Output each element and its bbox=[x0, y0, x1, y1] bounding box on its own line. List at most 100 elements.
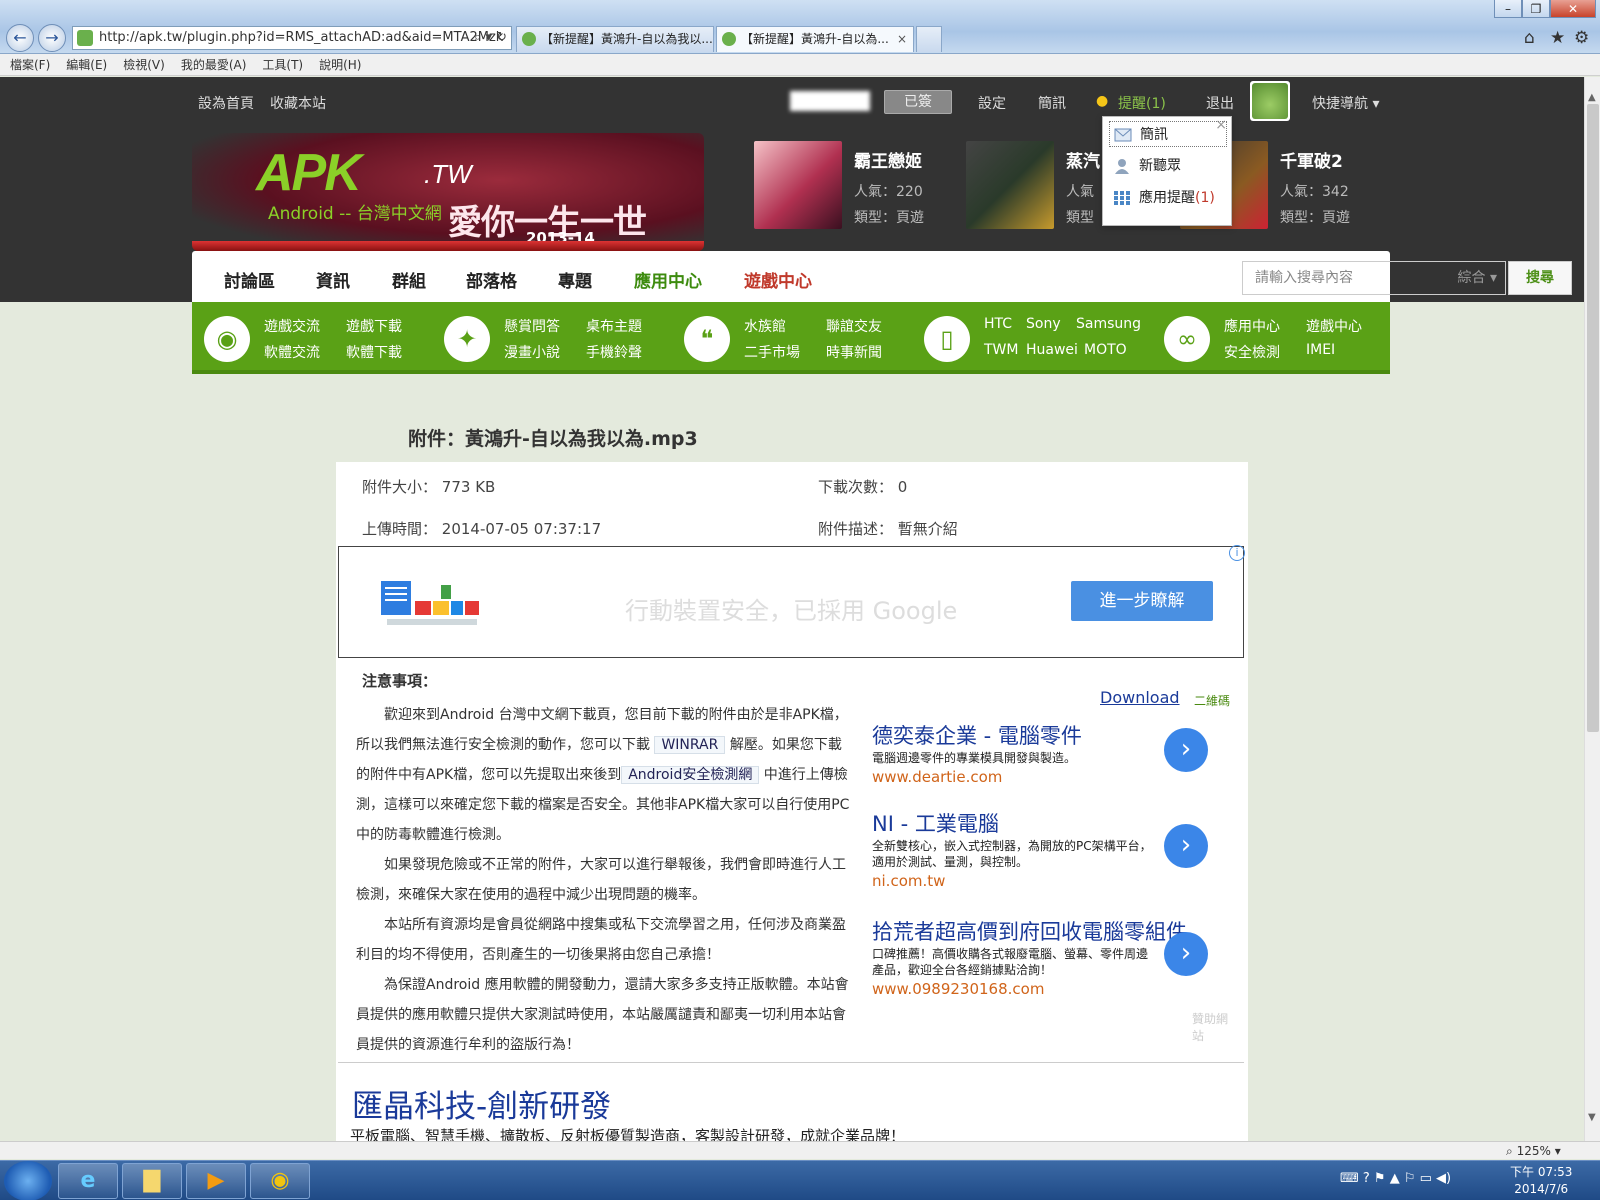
learn-more-button[interactable]: 進一步瞭解 bbox=[1071, 581, 1213, 621]
chevron-right-icon[interactable]: › bbox=[1164, 932, 1208, 976]
dropdown-item-messages[interactable]: 簡訊 bbox=[1109, 121, 1227, 147]
cat-link[interactable]: 聯誼交友 bbox=[826, 316, 882, 336]
menu-favorites[interactable]: 我的最愛(A) bbox=[171, 54, 253, 76]
cat-link[interactable]: 時事新聞 bbox=[826, 342, 882, 362]
cat-link[interactable]: 安全檢測 bbox=[1224, 342, 1280, 362]
nav-app-center[interactable]: 應用中心 bbox=[634, 267, 702, 292]
bottom-ad-title[interactable]: 匯晶科技-創新研發 bbox=[352, 1081, 611, 1126]
attachment-description: 附件描述： 暫無介紹 bbox=[818, 518, 958, 539]
explorer-taskbar-icon[interactable]: ▇ bbox=[122, 1163, 182, 1199]
menu-help[interactable]: 說明(H) bbox=[309, 54, 367, 76]
back-icon[interactable]: ← bbox=[6, 24, 34, 52]
address-tools-icon[interactable]: ⌕ ▾ ↻ bbox=[474, 27, 507, 49]
logout-link[interactable]: 退出 bbox=[1206, 93, 1234, 113]
maximize-icon[interactable]: ❐ bbox=[1522, 0, 1550, 18]
ad-item[interactable]: NI - 工業電腦 全新雙核心，嵌入式控制器，為開放的PC架構平台，適用於測試、… bbox=[872, 808, 1232, 890]
settings-link[interactable]: 設定 bbox=[978, 93, 1006, 113]
adchoices-info-icon[interactable]: i bbox=[1229, 545, 1245, 561]
quick-nav-label: 快捷導航 bbox=[1312, 96, 1368, 112]
avatar[interactable] bbox=[1250, 81, 1290, 121]
download-link[interactable]: Download bbox=[1100, 688, 1180, 707]
tab-2[interactable]: 【新提醒】黃鴻升-自以為... × bbox=[716, 26, 914, 52]
game-card[interactable]: 蒸汽 人氣 類型 bbox=[966, 141, 1106, 231]
cat-link[interactable]: 軟體下載 bbox=[346, 342, 402, 362]
forward-icon[interactable]: → bbox=[38, 24, 66, 52]
system-clock[interactable]: 下午 07:53 2014/7/6 bbox=[1510, 1164, 1572, 1198]
start-button[interactable] bbox=[4, 1161, 52, 1200]
system-tray-icons[interactable]: ⌨ ? ⚑ ▲ ⚐ ▭ ◀) bbox=[1340, 1171, 1451, 1186]
scrollbar-thumb[interactable] bbox=[1587, 104, 1599, 732]
cat-link[interactable]: Huawei bbox=[1026, 342, 1078, 358]
cat-link[interactable]: MOTO bbox=[1084, 342, 1127, 358]
cat-link[interactable]: 應用中心 bbox=[1224, 316, 1280, 336]
home-icon[interactable]: ⌂ bbox=[1524, 28, 1535, 48]
nav-groups[interactable]: 群組 bbox=[392, 267, 426, 292]
qr-code-link[interactable]: 二維碼 bbox=[1194, 692, 1230, 709]
security-check-link[interactable]: Android安全檢測網 bbox=[621, 766, 760, 784]
nav-topics[interactable]: 專題 bbox=[558, 267, 592, 292]
chevron-right-icon[interactable]: › bbox=[1164, 824, 1208, 868]
zoom-control[interactable]: ⌕ 125% ▾ bbox=[1506, 1142, 1561, 1160]
ad-url[interactable]: www.0989230168.com bbox=[872, 980, 1232, 998]
cat-link[interactable]: TWM bbox=[984, 342, 1018, 358]
remind-link[interactable]: 提醒(1) bbox=[1118, 93, 1166, 113]
search-button[interactable]: 搜尋 bbox=[1508, 261, 1572, 295]
nav-news[interactable]: 資訊 bbox=[316, 267, 350, 292]
cat-link[interactable]: 漫畫小說 bbox=[504, 342, 560, 362]
cat-link[interactable]: 遊戲交流 bbox=[264, 316, 320, 336]
cat-link[interactable]: 桌布主題 bbox=[586, 316, 642, 336]
signed-button[interactable]: 已簽 bbox=[884, 90, 952, 114]
minimize-icon[interactable]: – bbox=[1494, 0, 1522, 18]
tab-close-icon[interactable]: × bbox=[897, 27, 907, 51]
chevron-right-icon[interactable]: › bbox=[1164, 728, 1208, 772]
set-home-link[interactable]: 設為首頁 bbox=[198, 93, 254, 113]
cat-link[interactable]: 二手市場 bbox=[744, 342, 800, 362]
new-tab-button[interactable] bbox=[916, 26, 942, 52]
site-logo[interactable]: APK .TW Android -- 台灣中文網 愛你一生一世 2013-14 bbox=[192, 133, 704, 251]
menu-file[interactable]: 檔案(F) bbox=[0, 54, 56, 76]
ad-url[interactable]: ni.com.tw bbox=[872, 872, 1232, 890]
cat-link[interactable]: 軟體交流 bbox=[264, 342, 320, 362]
chrome-taskbar-icon[interactable]: ◉ bbox=[250, 1163, 310, 1199]
cat-link[interactable]: 水族館 bbox=[744, 316, 786, 336]
winrar-link[interactable]: WINRAR bbox=[654, 736, 726, 754]
tools-gear-icon[interactable]: ⚙ bbox=[1574, 28, 1589, 48]
game-card[interactable]: 霸王戀姬 人氣：220 類型：頁遊 bbox=[754, 141, 954, 231]
favorites-icon[interactable]: ★ bbox=[1550, 28, 1565, 48]
nav-game-center[interactable]: 遊戲中心 bbox=[744, 267, 812, 292]
scroll-down-icon[interactable]: ▼ bbox=[1588, 1112, 1596, 1123]
ad-banner[interactable]: 行動裝置安全，已採用 Google 進一步瞭解 i bbox=[338, 545, 1245, 658]
menu-edit[interactable]: 編輯(E) bbox=[56, 54, 113, 76]
cat-link[interactable]: 遊戲中心 bbox=[1306, 316, 1362, 336]
window-close-icon[interactable]: ✕ bbox=[1550, 0, 1596, 18]
cat-link[interactable]: 遊戲下載 bbox=[346, 316, 402, 336]
dropdown-item-new-followers[interactable]: 新聽眾 bbox=[1109, 153, 1227, 179]
bottom-ad[interactable]: 匯晶科技-創新研發 平板電腦、智慧手機、擴散板、反射板優質製造商，客製設計研發，… bbox=[338, 1062, 1244, 1145]
ad-desc: 電腦週邊零件的專業模具開發與製造。 bbox=[872, 751, 1077, 765]
address-bar[interactable]: http://apk.tw/plugin.php?id=RMS_attachAD… bbox=[72, 26, 512, 50]
bulb-icon: ● bbox=[1096, 93, 1109, 109]
media-player-taskbar-icon[interactable]: ▶ bbox=[186, 1163, 246, 1199]
cat-link[interactable]: 懸賞問答 bbox=[504, 316, 560, 336]
menu-tools[interactable]: 工具(T) bbox=[252, 54, 309, 76]
search-scope-select[interactable]: 綜合 ▾ bbox=[1458, 262, 1497, 294]
cat-link[interactable]: Samsung bbox=[1076, 316, 1141, 332]
ad-item[interactable]: 德奕泰企業 - 電腦零件 電腦週邊零件的專業模具開發與製造。 www.deart… bbox=[872, 720, 1232, 786]
tab-1[interactable]: 【新提醒】黃鴻升-自以為我以... bbox=[516, 26, 714, 52]
dropdown-item-app-remind[interactable]: 應用提醒(1) bbox=[1109, 185, 1227, 211]
scroll-up-icon[interactable]: ▲ bbox=[1588, 92, 1596, 103]
ad-item[interactable]: 拾荒者超高價到府回收電腦零組件 口碑推薦！高價收購各式報廢電腦、螢幕、零件周邊產… bbox=[872, 916, 1232, 998]
quick-nav-menu[interactable]: 快捷導航 ▾ bbox=[1312, 93, 1379, 113]
cat-link[interactable]: Sony bbox=[1026, 316, 1061, 332]
cat-link[interactable]: HTC bbox=[984, 316, 1012, 332]
cat-link[interactable]: 手機鈴聲 bbox=[586, 342, 642, 362]
bookmark-link[interactable]: 收藏本站 bbox=[270, 93, 326, 113]
menu-view[interactable]: 檢視(V) bbox=[113, 54, 171, 76]
nav-blog[interactable]: 部落格 bbox=[466, 267, 517, 292]
tab-1-label: 【新提醒】黃鴻升-自以為我以... bbox=[541, 32, 713, 46]
nav-forum[interactable]: 討論區 bbox=[224, 267, 275, 292]
ie-taskbar-icon[interactable]: e bbox=[58, 1163, 118, 1199]
messages-link[interactable]: 簡訊 bbox=[1038, 93, 1066, 113]
search-input[interactable]: 請輸入搜尋內容 綜合 ▾ bbox=[1242, 261, 1506, 295]
cat-link[interactable]: IMEI bbox=[1306, 342, 1335, 358]
